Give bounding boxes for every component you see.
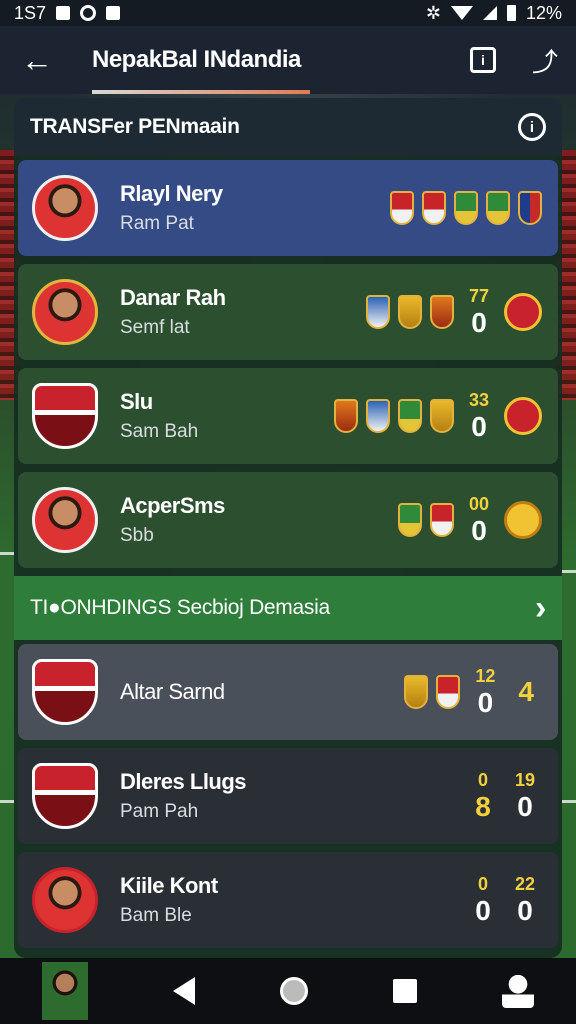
pitch-line [0,800,14,803]
player-row[interactable]: Danar Rah Semf lat 77 0 [18,264,558,360]
club-ball-icon [504,293,542,331]
stat-top: 77 [468,285,490,306]
player-sub: Ram Pat [120,213,194,234]
stat-big: 0 [475,894,491,926]
player-name: Kiile Kont [120,873,218,898]
club-ball-icon [504,397,542,435]
player-name: Dleres Llugs [120,769,247,794]
stat-big: 8 [475,790,491,822]
stat-top: 0 [477,769,488,790]
stat-top: 12 [475,665,496,686]
info-icon: i [470,47,496,73]
transfer-panel: TRANSFer PENmaain i Rlayl Nery Ram Pat D… [14,98,562,958]
pitch-line [0,552,14,555]
profile-thumbnail[interactable] [42,962,89,1020]
wifi-icon [450,6,473,20]
club-badge-icon [398,295,422,329]
app-icon [106,6,121,20]
app-bar: ← NepakBal INdandia i ⤴ [0,26,576,94]
player-row[interactable]: AcperSms Sbb 00 0 [18,472,558,568]
stat-top: 33 [468,389,490,410]
club-crest-icon [32,659,98,725]
player-sub: Semf lat [120,317,190,338]
player-row[interactable]: Dleres Llugs Pam Pah 0 8 19 0 [18,748,558,844]
score: 4 [518,676,534,707]
player-avatar [32,279,98,345]
stat-top: 19 [514,769,536,790]
pitch-line [562,800,576,803]
notification-icon [56,6,71,20]
stat-big: 0 [471,410,487,442]
club-badge-icon [430,295,454,329]
club-badge-icon [430,399,454,433]
player-name: Rlayl Nery [120,181,223,206]
info-icon[interactable]: i [518,113,546,141]
club-crest-icon [32,763,98,829]
club-badge-icon [518,191,542,225]
club-ball-icon [504,501,542,539]
stat-top: 22 [514,873,536,894]
player-row[interactable]: Slu Sam Bah 33 0 [18,368,558,464]
standings-label: TI●ONHDINGS Secbioj Demasia [30,596,330,619]
club-crest-icon [32,383,98,449]
club-badge-icon [398,399,422,433]
player-row[interactable]: Kiile Kont Bam Ble 0 0 22 0 [18,852,558,948]
player-sub: Sam Bah [120,421,199,442]
sync-icon [80,5,97,21]
player-name: Altar Sarnd [120,679,225,704]
stat-big: 0 [471,306,487,338]
club-badge-icon [390,191,414,225]
panel-title: TRANSFer PENmaain [30,115,240,138]
chevron-right-icon[interactable]: › [535,589,546,628]
battery-percent: 12% [525,2,562,23]
player-name: Slu [120,389,153,414]
title-underline [92,90,310,94]
club-badge-icon [486,191,510,225]
home-nav-icon[interactable] [279,977,308,1005]
recents-nav-icon[interactable] [392,979,417,1003]
share-icon[interactable]: ⤴ [514,42,576,79]
club-badge-icon [404,675,429,709]
club-badge-icon [422,191,446,225]
club-badge-icon [366,399,390,433]
signal-icon [482,6,497,20]
standings-banner[interactable]: TI●ONHDINGS Secbioj Demasia › [14,576,562,640]
club-badge-icon [454,191,478,225]
club-badge-icon [398,503,422,537]
player-sub: Bam Ble [120,905,192,926]
club-badge-icon [366,295,390,329]
player-avatar [32,175,98,241]
app-title: NepakBal INdandia [92,46,301,73]
battery-icon [506,5,516,21]
bottom-nav [0,958,576,1024]
player-avatar [32,867,98,933]
player-row[interactable]: Rlayl Nery Ram Pat [18,160,558,256]
stat-big: 0 [517,790,533,822]
status-bar: 1S7 ✲ 12% [0,0,576,26]
stat-big: 0 [477,686,494,718]
club-badge-icon [334,399,358,433]
stat-top: 00 [468,493,490,514]
club-badge-icon [430,503,454,537]
stat-big: 0 [471,514,487,546]
stat-big: 0 [517,894,533,926]
panel-header: TRANSFer PENmaain i [14,98,562,156]
info-button[interactable]: i [452,47,514,73]
stat-top: 0 [477,873,488,894]
back-nav-icon[interactable] [173,977,196,1005]
player-name: Danar Rah [120,285,226,310]
player-sub: Pam Pah [120,801,199,822]
player-sub: Sbb [120,525,154,546]
vibrate-icon: ✲ [425,2,441,23]
user-icon[interactable] [501,974,534,1008]
status-time: 1S7 [14,2,47,23]
player-name: AcperSms [120,493,225,518]
player-avatar [32,487,98,553]
pitch-line [562,570,576,573]
player-row[interactable]: Altar Sarnd 12 0 4 [18,644,558,740]
club-badge-icon [436,675,461,709]
arrow-left-icon[interactable]: ← [0,42,74,79]
